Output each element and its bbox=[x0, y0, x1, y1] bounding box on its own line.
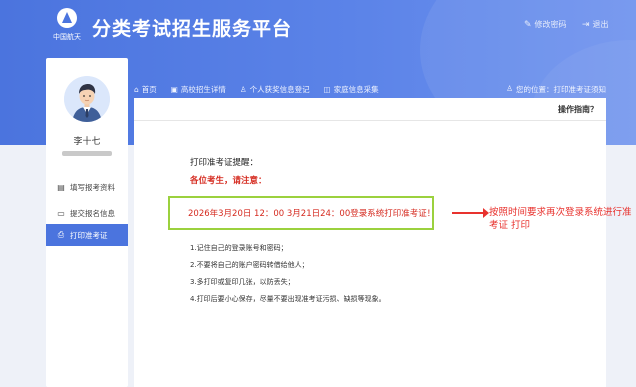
sidebar-item-label: 填写报考资料 bbox=[70, 182, 115, 192]
print-period-text: 2026年3月20日 12：00 3月21日24：00登录系统打印准考证！ bbox=[188, 209, 436, 219]
site-title: 分类考试招生服务平台 bbox=[92, 18, 293, 40]
nav-item-school-details[interactable]: ▣ 高校招生详情 bbox=[171, 84, 226, 95]
main-content: 操作指南？ 打印准考证提醒： 各位考生，请注意： 2026年3月20日 12：0… bbox=[134, 98, 606, 387]
user-name: 李十七 bbox=[73, 137, 101, 147]
user-avatar-icon bbox=[64, 76, 110, 122]
home-icon: ⌂ bbox=[134, 84, 139, 94]
annotation-arrow-icon bbox=[452, 208, 489, 218]
nav-item-label: 家庭信息采集 bbox=[333, 84, 379, 94]
logout-label: 退出 bbox=[592, 20, 609, 29]
tip-item: 4.打印后要小心保存，尽量不要出现准考证污损、缺损等现象。 bbox=[190, 295, 386, 303]
logo-text: 中国航天 bbox=[53, 33, 81, 41]
school-icon: ▣ bbox=[170, 84, 178, 94]
form-icon: ▤ bbox=[57, 182, 65, 192]
nav-item-family-info[interactable]: ◫ 家庭信息采集 bbox=[324, 84, 379, 95]
sidebar-item-label: 打印准考证 bbox=[70, 230, 108, 240]
tip-item: 1.记住自己的登录账号和密码； bbox=[190, 244, 288, 252]
breadcrumb: ♙ 您的位置：打印准考证须知 bbox=[506, 84, 606, 95]
logout-icon: ⇥ bbox=[582, 19, 590, 30]
nav-item-home[interactable]: ⌂ 首页 bbox=[134, 84, 157, 95]
sidebar-item-label: 提交报名信息 bbox=[70, 208, 115, 218]
nav-item-label: 个人获奖信息登记 bbox=[249, 84, 310, 94]
greeting-text: 各位考生，请注意： bbox=[190, 176, 267, 186]
top-nav: ⌂ 首页 ▣ 高校招生详情 ♙ 个人获奖信息登记 ◫ 家庭信息采集 ♙ 您的位置… bbox=[134, 80, 606, 98]
user-icon: ♙ bbox=[239, 84, 247, 94]
edit-icon: ✎ bbox=[524, 19, 532, 30]
logout-link[interactable]: ⇥ 退出 bbox=[582, 19, 609, 30]
change-password-label: 修改密码 bbox=[534, 20, 567, 29]
sidebar-item-print-admission[interactable]: ⎙ 打印准考证 bbox=[46, 224, 128, 246]
tip-item: 3.多打印或复印几张，以防丢失； bbox=[190, 278, 295, 286]
home-info-icon: ◫ bbox=[323, 84, 331, 94]
tip-item: 2.不要将自己的账户密码转借给他人； bbox=[190, 261, 309, 269]
annotation-text: 按照时间要求再次登录系统进行准考证 打印 bbox=[489, 207, 632, 231]
help-link[interactable]: 操作指南？ bbox=[558, 104, 598, 115]
sidebar: 李十七 ▤ 填写报考资料 ▭ 提交报名信息 ⎙ 打印准考证 bbox=[46, 58, 128, 387]
sidebar-item-submit-info[interactable]: ▭ 提交报名信息 bbox=[46, 202, 128, 224]
divider bbox=[134, 120, 606, 121]
avatar bbox=[64, 76, 110, 122]
logo[interactable]: 中国航天 bbox=[44, 8, 90, 44]
nav-item-label: 首页 bbox=[141, 84, 157, 94]
logo-icon bbox=[57, 8, 77, 28]
nav-item-label: 高校招生详情 bbox=[180, 84, 226, 94]
notice-title: 打印准考证提醒： bbox=[190, 158, 259, 168]
change-password-link[interactable]: ✎ 修改密码 bbox=[524, 19, 567, 30]
print-period-highlight: 2026年3月20日 12：00 3月21日24：00登录系统打印准考证！ bbox=[168, 196, 436, 230]
location-icon: ♙ bbox=[506, 83, 513, 93]
printer-icon: ⎙ bbox=[57, 230, 65, 239]
nav-item-award-registration[interactable]: ♙ 个人获奖信息登记 bbox=[240, 84, 310, 95]
breadcrumb-label: 您的位置：打印准考证须知 bbox=[516, 84, 606, 94]
user-id-redacted bbox=[62, 151, 112, 156]
document-icon: ▭ bbox=[57, 208, 65, 218]
sidebar-item-fill-info[interactable]: ▤ 填写报考资料 bbox=[46, 176, 128, 198]
